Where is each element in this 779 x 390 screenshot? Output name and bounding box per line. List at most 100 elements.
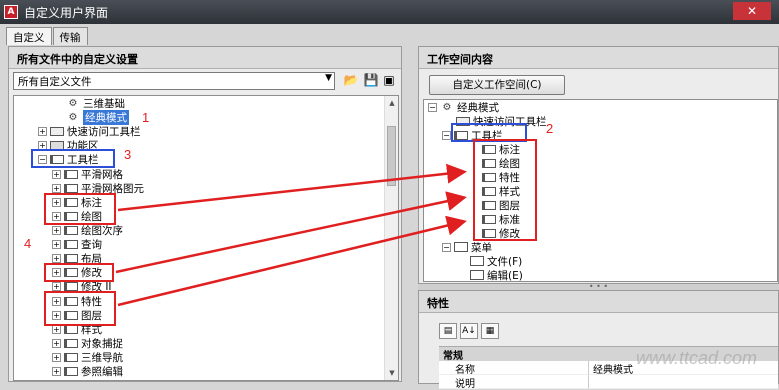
workspace-contents-panel: 工作空间内容 自定义工作空间(C) − ⚙ 经典模式 快速访问工具栏 − 工具栏 标注… [418, 46, 779, 284]
toolbar-icon [64, 183, 78, 193]
open-file-icon[interactable]: 📂 [343, 72, 359, 88]
expand-icon[interactable]: + [52, 324, 61, 334]
toolbar-icon [64, 225, 78, 235]
scroll-thumb[interactable] [387, 126, 396, 186]
expand-icon[interactable]: + [52, 183, 61, 193]
toolbar-icon [64, 253, 78, 263]
scroll-down-icon[interactable]: ▼ [385, 366, 398, 380]
customization-file-select[interactable]: 所有自定义文件 ▼ [13, 72, 335, 90]
tree-item-dimension[interactable]: + 标注 [52, 195, 102, 209]
quick-access-icon [456, 116, 470, 126]
tree-item-inquiry[interactable]: + 查询 [52, 237, 102, 251]
customizations-tree[interactable]: ⚙ 三维基础 ⚙ 经典模式 + 快速访问工具栏 + 功能区 − 工具栏 + 平滑网格 + 平滑… [13, 95, 399, 381]
workspace-item-standard[interactable]: 标准 [482, 212, 520, 226]
workspace-contents-header: 工作空间内容 [419, 47, 778, 69]
tree-item-3d-navigation[interactable]: + 三维导航 [52, 350, 123, 364]
tree-item-ribbon[interactable]: + 功能区 [38, 138, 99, 152]
toolbar-icon [64, 281, 78, 291]
property-value[interactable] [589, 375, 778, 389]
gear-icon: ⚙ [68, 97, 78, 109]
tree-item-draw-order[interactable]: + 绘图次序 [52, 223, 123, 237]
toolbar-icon [64, 352, 78, 362]
tree-item-properties[interactable]: + 特性 [52, 294, 102, 308]
toolbar-icon [482, 228, 496, 238]
toolbar-icon [482, 172, 496, 182]
quick-access-icon [50, 126, 64, 136]
expand-icon[interactable]: + [52, 169, 61, 179]
toolbar-icon [482, 200, 496, 210]
save-icon[interactable]: 💾 [363, 72, 379, 88]
annotation-number-1: 1 [142, 110, 150, 125]
expand-icon[interactable]: + [52, 239, 61, 249]
workspace-item-file-menu[interactable]: 文件(F) [470, 254, 522, 268]
tree-item-object-snap[interactable]: + 对象捕捉 [52, 336, 123, 350]
sort-az-icon[interactable]: A↓ [460, 323, 478, 339]
tree-item-draw[interactable]: + 绘图 [52, 209, 102, 223]
toolbar-icon [64, 267, 78, 277]
customizations-header: 所有文件中的自定义设置 [9, 47, 401, 69]
expand-icon[interactable]: + [52, 310, 61, 320]
customizations-panel: 所有文件中的自定义设置 所有自定义文件 ▼ 📂 💾 ▣ ⚙ 三维基础 ⚙ 经典模式 … [8, 46, 402, 382]
menu-icon [454, 242, 468, 252]
expand-icon[interactable]: + [38, 140, 47, 150]
tree-item-refedit[interactable]: + 参照编辑 [52, 364, 123, 378]
expand-icon[interactable]: + [52, 366, 61, 376]
workspace-item-dimension[interactable]: 标注 [482, 142, 520, 156]
workspace-item-edit-menu[interactable]: 编辑(E) [470, 268, 523, 281]
tab-transfer[interactable]: 传输 [52, 27, 88, 45]
tab-customize[interactable]: 自定义 [6, 27, 52, 45]
property-pages-icon[interactable]: ▦ [481, 323, 499, 339]
expand-icon[interactable]: + [52, 211, 61, 221]
toolbar-icon [64, 310, 78, 320]
collapse-icon[interactable]: − [428, 102, 437, 112]
collapse-icon[interactable]: − [442, 242, 451, 252]
workspace-item-styles[interactable]: 样式 [482, 184, 520, 198]
close-button[interactable]: ✕ [733, 2, 771, 20]
workspace-item-toolbars[interactable]: − 工具栏 [442, 128, 503, 142]
workspace-tree[interactable]: − ⚙ 经典模式 快速访问工具栏 − 工具栏 标注 绘图 特性 样式 图层 标准 修改 [423, 99, 778, 282]
workspace-item-classic[interactable]: − ⚙ 经典模式 [428, 100, 499, 114]
property-row[interactable]: 说明 [439, 375, 778, 390]
tree-item-modify-ii[interactable]: + 修改 II [52, 279, 112, 293]
expand-icon[interactable]: + [52, 352, 61, 362]
workspace-item-layers[interactable]: 图层 [482, 198, 520, 212]
tree-item-classic-mode[interactable]: ⚙ 经典模式 [66, 109, 129, 125]
app-icon: A [4, 5, 18, 19]
expand-icon[interactable]: + [52, 267, 61, 277]
workspace-item-menus[interactable]: − 菜单 [442, 240, 492, 254]
workspace-item-draw[interactable]: 绘图 [482, 156, 520, 170]
tab-strip: 自定义 传输 [6, 27, 89, 45]
tree-item-3d-basics[interactable]: ⚙ 三维基础 [66, 96, 125, 110]
tree-item-layout[interactable]: + 布局 [52, 251, 102, 265]
tree-item-modify[interactable]: + 修改 [52, 265, 102, 279]
scroll-up-icon[interactable]: ▲ [385, 96, 398, 110]
expand-icon[interactable]: + [52, 197, 61, 207]
tree-item-toolbars[interactable]: − 工具栏 [38, 152, 99, 166]
tree-scrollbar[interactable]: ▲ ▼ [384, 96, 398, 380]
expand-icon[interactable]: + [38, 126, 47, 136]
tree-item-styles[interactable]: + 样式 [52, 322, 102, 336]
watermark: www.ttcad.com [636, 348, 758, 368]
properties-panel: 特性 ▤ A↓ ▦ 常规 名称 经典模式 说明 [418, 290, 779, 390]
collapse-icon[interactable]: − [442, 130, 451, 140]
tree-item-smooth-mesh[interactable]: + 平滑网格 [52, 167, 123, 181]
menu-icon [470, 270, 484, 280]
tree-item-layers[interactable]: + 图层 [52, 308, 102, 322]
expand-icon[interactable]: + [52, 338, 61, 348]
tree-item-quick-access[interactable]: + 快速访问工具栏 [38, 124, 141, 138]
collapse-icon[interactable]: − [38, 154, 47, 164]
gear-icon: ⚙ [68, 111, 78, 123]
workspace-item-properties[interactable]: 特性 [482, 170, 520, 184]
tree-item-smooth-mesh-primitives[interactable]: + 平滑网格图元 [52, 181, 144, 195]
display-filter-icon[interactable]: ▣ [381, 72, 397, 88]
toolbar-icon [64, 296, 78, 306]
workspace-item-quick-access[interactable]: 快速访问工具栏 [456, 114, 547, 128]
workspace-item-modify[interactable]: 修改 [482, 226, 520, 240]
customize-workspace-button[interactable]: 自定义工作空间(C) [429, 75, 565, 95]
categorized-icon[interactable]: ▤ [439, 323, 457, 339]
property-name: 说明 [439, 375, 589, 390]
expand-icon[interactable]: + [52, 296, 61, 306]
expand-icon[interactable]: + [52, 253, 61, 263]
expand-icon[interactable]: + [52, 281, 61, 291]
expand-icon[interactable]: + [52, 225, 61, 235]
